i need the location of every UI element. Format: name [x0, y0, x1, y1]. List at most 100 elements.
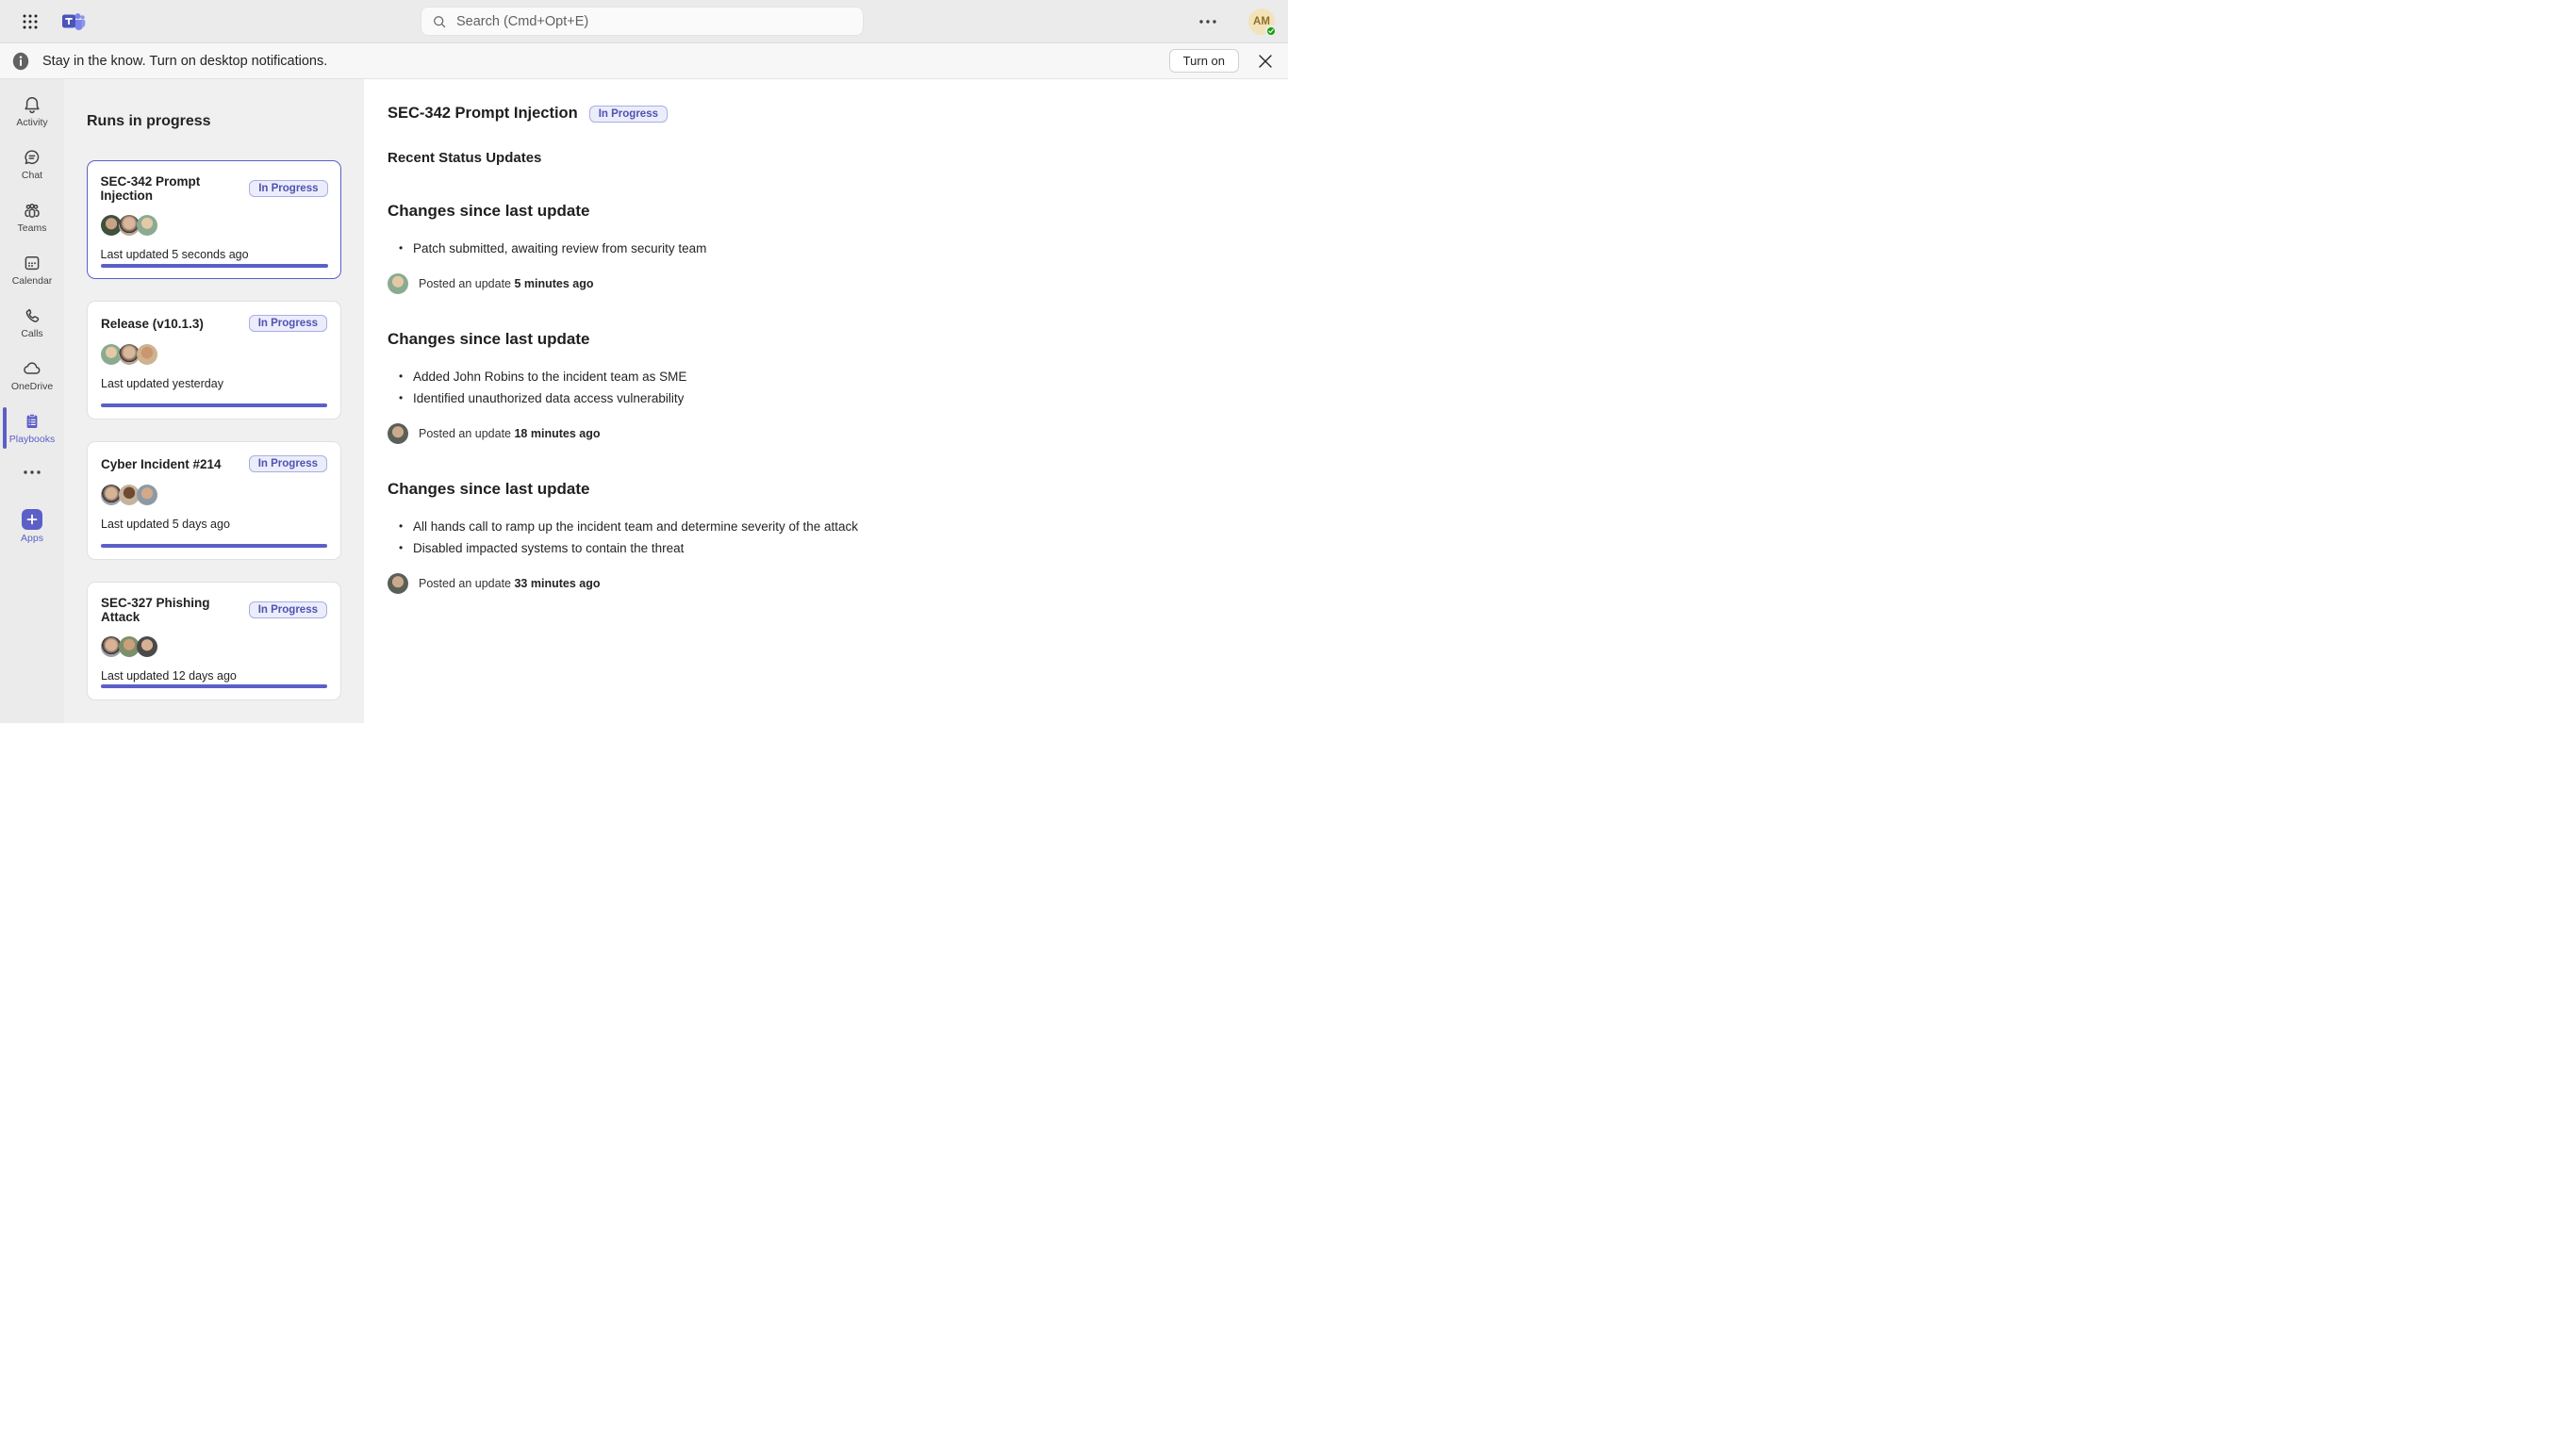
progress-bar [101, 264, 328, 268]
top-bar: Search (Cmd+Opt+E) AM [0, 0, 1288, 43]
avatar [137, 485, 157, 505]
posted-row: Posted an update 5 minutes ago [388, 273, 1250, 294]
notification-banner: Stay in the know. Turn on desktop notifi… [0, 43, 1288, 79]
page-title: SEC-342 Prompt Injection [388, 105, 578, 123]
more-options-icon [22, 469, 42, 476]
last-updated-text: Last updated 12 days ago [101, 669, 327, 683]
rail-item-label: Apps [21, 533, 43, 544]
active-indicator [3, 407, 7, 449]
calendar-icon [23, 254, 41, 272]
run-card-list: SEC-342 Prompt Injection In Progress Las… [87, 160, 341, 723]
update-heading: Changes since last update [388, 202, 1250, 221]
last-updated-text: Last updated 5 seconds ago [101, 248, 328, 261]
update-bullet: All hands call to ramp up the incident t… [399, 516, 1250, 537]
run-card-title: Cyber Incident #214 [101, 457, 222, 471]
rail-item-label: Calendar [12, 275, 53, 287]
avatar [137, 636, 157, 657]
sidebar-item-playbooks[interactable]: Playbooks [0, 402, 64, 454]
sidebar-item-onedrive[interactable]: OneDrive [0, 349, 64, 402]
poster-avatar [388, 423, 408, 444]
avatar-group [101, 215, 328, 236]
profile-avatar[interactable]: AM [1248, 8, 1275, 35]
update-heading: Changes since last update [388, 330, 1250, 349]
run-card-sec-342[interactable]: SEC-342 Prompt Injection In Progress Las… [87, 160, 341, 279]
progress-bar [101, 684, 327, 688]
banner-message: Stay in the know. Turn on desktop notifi… [42, 54, 327, 69]
rail-item-label: Calls [21, 328, 42, 339]
update-bullet: Disabled impacted systems to contain the… [399, 537, 1250, 559]
run-card-cyber-incident[interactable]: Cyber Incident #214 In Progress Last upd… [87, 441, 341, 560]
status-badge: In Progress [249, 601, 327, 618]
sidebar-item-apps[interactable]: Apps [0, 500, 64, 552]
rail-more-options[interactable] [0, 460, 64, 485]
avatar-group [101, 344, 327, 365]
more-options-icon[interactable] [1196, 13, 1220, 30]
teams-logo-icon [61, 10, 86, 33]
search-input[interactable]: Search (Cmd+Opt+E) [421, 7, 864, 36]
recent-status-heading: Recent Status Updates [388, 150, 1250, 166]
status-badge: In Progress [249, 315, 327, 332]
rail-item-label: Chat [22, 170, 42, 181]
update-heading: Changes since last update [388, 480, 1250, 499]
rail-item-label: OneDrive [11, 381, 53, 392]
app-launcher-icon[interactable] [22, 13, 39, 30]
posted-text: Posted an update 5 minutes ago [419, 277, 594, 290]
last-updated-text: Last updated 5 days ago [101, 518, 327, 531]
people-icon [23, 201, 41, 220]
update-section: Changes since last update Patch submitte… [388, 202, 1250, 294]
info-icon [11, 52, 30, 71]
avatar [137, 215, 157, 236]
bell-icon [23, 95, 41, 114]
search-placeholder: Search (Cmd+Opt+E) [456, 14, 588, 29]
run-card-sec-327[interactable]: SEC-327 Phishing Attack In Progress Last… [87, 582, 341, 700]
update-bullet: Patch submitted, awaiting review from se… [399, 238, 1250, 259]
sidebar-item-teams[interactable]: Teams [0, 190, 64, 243]
close-icon[interactable] [1256, 52, 1275, 71]
rail-item-label: Activity [16, 117, 47, 128]
sidebar-item-calendar[interactable]: Calendar [0, 243, 64, 296]
update-bullet: Added John Robins to the incident team a… [399, 366, 1250, 387]
run-detail: SEC-342 Prompt Injection In Progress Rec… [364, 79, 1288, 723]
update-bullet-list: All hands call to ramp up the incident t… [388, 516, 1250, 559]
runs-panel: Runs in progress SEC-342 Prompt Injectio… [64, 79, 364, 723]
app-rail: Activity Chat Teams [0, 79, 64, 723]
cloud-icon [22, 359, 42, 378]
run-card-title: SEC-327 Phishing Attack [101, 596, 249, 624]
update-section: Changes since last update Added John Rob… [388, 330, 1250, 444]
run-card-title: Release (v10.1.3) [101, 317, 204, 331]
search-icon [432, 14, 447, 29]
chat-icon [23, 148, 41, 167]
status-badge: In Progress [589, 106, 668, 123]
posted-row: Posted an update 18 minutes ago [388, 423, 1250, 444]
update-section: Changes since last update All hands call… [388, 480, 1250, 594]
poster-avatar [388, 573, 408, 594]
status-badge: In Progress [249, 180, 327, 197]
progress-bar [101, 544, 327, 548]
progress-bar [101, 403, 327, 407]
run-card-release[interactable]: Release (v10.1.3) In Progress Last updat… [87, 301, 341, 420]
run-card-title: SEC-342 Prompt Injection [101, 174, 250, 203]
phone-icon [23, 306, 41, 325]
posted-text: Posted an update 33 minutes ago [419, 577, 600, 590]
poster-avatar [388, 273, 408, 294]
avatar-group [101, 636, 327, 657]
sidebar-item-chat[interactable]: Chat [0, 138, 64, 190]
update-bullet-list: Added John Robins to the incident team a… [388, 366, 1250, 409]
turn-on-button[interactable]: Turn on [1169, 49, 1239, 73]
avatar-group [101, 485, 327, 505]
posted-row: Posted an update 33 minutes ago [388, 573, 1250, 594]
sidebar-item-activity[interactable]: Activity [0, 85, 64, 138]
rail-item-label: Teams [18, 222, 47, 234]
apps-plus-icon [22, 509, 42, 530]
panel-title: Runs in progress [87, 113, 341, 130]
clipboard-icon [23, 412, 41, 431]
presence-available-icon [1265, 25, 1277, 37]
update-bullet: Identified unauthorized data access vuln… [399, 387, 1250, 409]
avatar [137, 344, 157, 365]
rail-item-label: Playbooks [9, 434, 55, 445]
sidebar-item-calls[interactable]: Calls [0, 296, 64, 349]
last-updated-text: Last updated yesterday [101, 377, 327, 390]
status-badge: In Progress [249, 455, 327, 472]
update-bullet-list: Patch submitted, awaiting review from se… [388, 238, 1250, 259]
posted-text: Posted an update 18 minutes ago [419, 427, 600, 440]
